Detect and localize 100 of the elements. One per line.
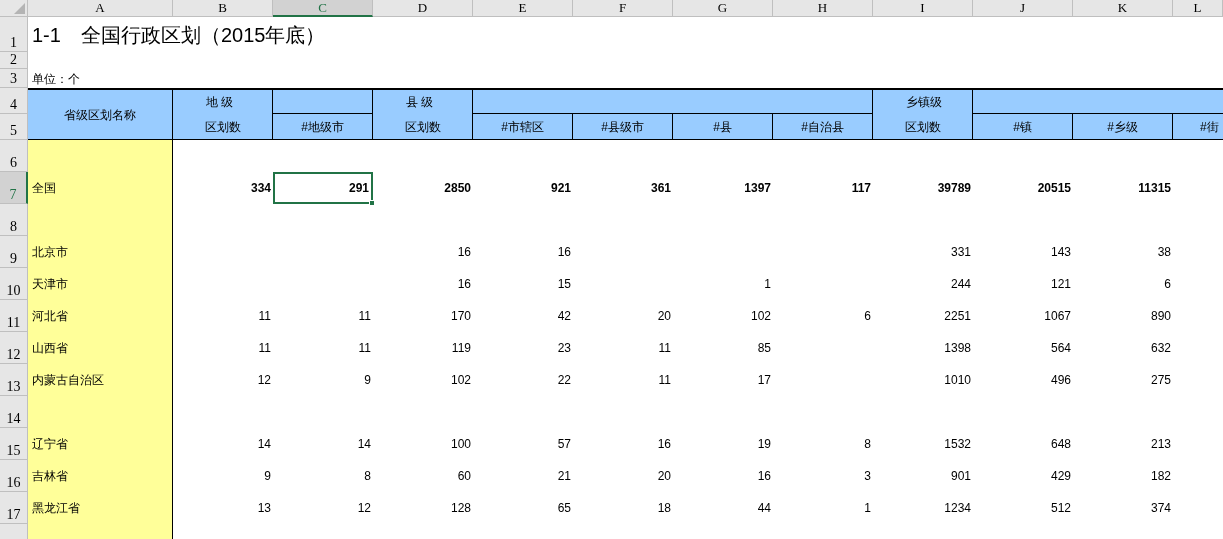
- table-cell-text: 15: [556, 276, 572, 293]
- table-cell-text: 1234: [943, 500, 972, 517]
- header-cell: #镇: [973, 114, 1073, 140]
- column-header[interactable]: H: [773, 0, 873, 17]
- header-text: 乡镇级: [905, 94, 943, 112]
- header-text: 区划数: [903, 118, 942, 136]
- column-header[interactable]: A: [28, 0, 173, 17]
- table-cell-text: 275: [1149, 372, 1172, 389]
- header-cell: #地级市: [273, 114, 373, 140]
- table-cell-text: 44: [756, 500, 772, 517]
- row-header[interactable]: 9: [0, 236, 28, 268]
- table-cell-text: 1532: [943, 436, 972, 453]
- table-cell: 北京市: [28, 236, 173, 268]
- table-cell-text: 921: [549, 180, 572, 197]
- table-cell-text: 143: [1049, 244, 1072, 261]
- row-header[interactable]: 16: [0, 460, 28, 492]
- table-cell: 天津市: [28, 268, 173, 300]
- select-all-corner[interactable]: [0, 0, 28, 17]
- table-cell-text: 16: [456, 244, 472, 261]
- table-cell-text: 1010: [943, 372, 972, 389]
- table-cell-text: 9: [363, 372, 372, 389]
- table-cell-text: 244: [949, 276, 972, 293]
- column-header[interactable]: J: [973, 0, 1073, 17]
- row-header[interactable]: 4: [0, 88, 28, 114]
- column-header[interactable]: E: [473, 0, 573, 17]
- sheet-title: 1-1 全国行政区划（2015年底）: [31, 22, 327, 48]
- table-cell: 全国: [28, 172, 173, 204]
- table-cell-text: 12: [256, 372, 272, 389]
- row-header[interactable]: 17: [0, 492, 28, 524]
- header-text: 区划数: [403, 118, 442, 136]
- header-cell: #市辖区: [473, 114, 573, 140]
- table-cell-text: 13: [256, 500, 272, 517]
- row-header[interactable]: 5: [0, 114, 28, 140]
- row-header[interactable]: 10: [0, 268, 28, 300]
- row-header[interactable]: 3: [0, 69, 28, 88]
- table-cell-text: 128: [449, 500, 472, 517]
- table-cell-text: 6: [863, 308, 872, 325]
- table-cell-text: 42: [556, 308, 572, 325]
- table-cell-text: 496: [1049, 372, 1072, 389]
- row-header[interactable]: 12: [0, 332, 28, 364]
- table-cell-text: 213: [1149, 436, 1172, 453]
- header-cell: #乡级: [1073, 114, 1173, 140]
- row-header[interactable]: 8: [0, 204, 28, 236]
- table-cell-text: 901: [949, 468, 972, 485]
- header-text: 地 级: [205, 94, 235, 112]
- column-header[interactable]: I: [873, 0, 973, 17]
- table-cell-text: 65: [556, 500, 572, 517]
- column-header[interactable]: F: [573, 0, 673, 17]
- table-cell-text: 11: [357, 340, 372, 357]
- row-header[interactable]: 7: [0, 172, 28, 204]
- row-header[interactable]: 6: [0, 140, 28, 172]
- table-cell-text: 20: [656, 468, 672, 485]
- table-cell: 内蒙古自治区: [28, 364, 173, 396]
- table-cell-text: 14: [356, 436, 372, 453]
- column-header[interactable]: L: [1173, 0, 1223, 17]
- column-header[interactable]: B: [173, 0, 273, 17]
- table-cell-text: 12: [356, 500, 372, 517]
- fill-handle[interactable]: [369, 200, 375, 206]
- table-cell-text: 9: [263, 468, 272, 485]
- table-cell-text: 14: [256, 436, 272, 453]
- table-cell-text: 19: [756, 436, 772, 453]
- table-cell-text: 6: [1163, 276, 1172, 293]
- row-header[interactable]: 15: [0, 428, 28, 460]
- table-cell-text: 182: [1149, 468, 1172, 485]
- table-cell-text: 38: [1156, 244, 1172, 261]
- table-cell-text: 16: [556, 244, 572, 261]
- table-cell-text: 890: [1149, 308, 1172, 325]
- table-cell-text: 1397: [743, 180, 772, 197]
- table-cell: 山西省: [28, 332, 173, 364]
- table-cell-text: 8: [863, 436, 872, 453]
- row-header[interactable]: 1: [0, 17, 28, 52]
- triangle-icon: [14, 3, 25, 14]
- table-cell-text: 11: [657, 372, 672, 389]
- row-header[interactable]: 13: [0, 364, 28, 396]
- table-cell-text: 16: [456, 276, 472, 293]
- table-cell-text: 3: [863, 468, 872, 485]
- row-header[interactable]: 11: [0, 300, 28, 332]
- table-cell-text: 18: [656, 500, 672, 517]
- column-header[interactable]: K: [1073, 0, 1173, 17]
- table-cell: 291: [273, 172, 373, 204]
- table-cell-text: 16: [756, 468, 772, 485]
- header-cell: #自治县: [773, 114, 873, 140]
- table-cell-text: 100: [449, 436, 472, 453]
- table-cell-text: 23: [556, 340, 572, 357]
- table-cell-text: 361: [649, 180, 672, 197]
- table-cell-text: 11: [257, 340, 272, 357]
- row-header[interactable]: [0, 524, 28, 539]
- column-header[interactable]: D: [373, 0, 473, 17]
- table-cell-text: 331: [949, 244, 972, 261]
- row-header[interactable]: 14: [0, 396, 28, 428]
- column-header[interactable]: G: [673, 0, 773, 17]
- table-cell-text: 17: [756, 372, 772, 389]
- table-cell-text: 85: [756, 340, 772, 357]
- column-header[interactable]: C: [273, 0, 373, 17]
- table-cell-text: 121: [1049, 276, 1072, 293]
- table-cell-text: 11: [357, 308, 372, 325]
- table-cell: 河北省: [28, 300, 173, 332]
- header-cell: #街: [1173, 114, 1223, 140]
- table-cell-text: 170: [449, 308, 472, 325]
- row-header[interactable]: 2: [0, 52, 28, 69]
